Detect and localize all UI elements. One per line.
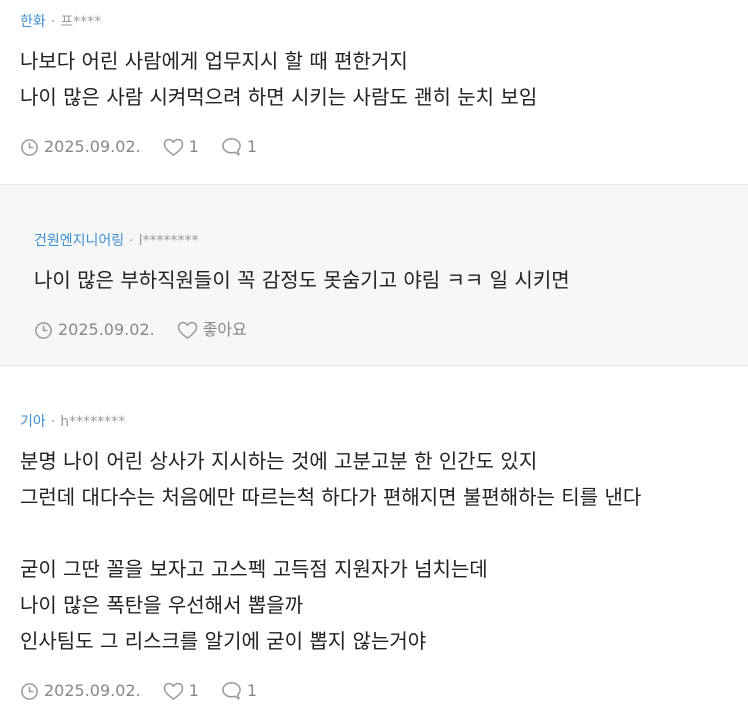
comment-actions: 2025.09.02. 좋아요 [34,319,748,341]
company-name[interactable]: 기아 [20,412,46,432]
company-name[interactable]: 건원엔지니어링 [34,231,124,251]
heart-icon [163,682,183,700]
comment-body: 분명 나이 어린 상사가 지시하는 것에 고분고분 한 인간도 있지 그런데 대… [20,443,748,659]
comment-actions: 2025.09.02. 1 1 [20,136,748,158]
reply-item: 건원엔지니어링 · l******** 나이 많은 부하직원들이 꼭 감정도 못… [0,185,748,366]
like-count: 1 [188,681,199,700]
like-button[interactable]: 좋아요 [177,319,247,341]
author-nickname: l******** [138,233,199,249]
author-separator: · [129,233,134,249]
comment-author: 기아 · h******** [20,412,748,432]
company-name[interactable]: 한화 [20,12,46,32]
like-count: 1 [188,137,199,156]
heart-icon [177,321,197,339]
comment-author: 한화 · 프**** [20,12,748,32]
date-text: 2025.09.02. [44,681,141,700]
comment-date: 2025.09.02. [20,136,141,158]
heart-icon [163,138,183,156]
comment-blank-line [20,515,748,551]
comment-date: 2025.09.02. [34,319,155,341]
comment-body: 나이 많은 부하직원들이 꼭 감정도 못숨기고 야림 ㅋㅋ 일 시키면 [34,262,748,298]
author-nickname: h******** [60,414,126,430]
reply-count: 1 [246,681,258,700]
speech-bubble-icon [222,138,241,156]
reply-button[interactable]: 1 [221,680,257,702]
comment-line: 나이 많은 부하직원들이 꼭 감정도 못숨기고 야림 ㅋㅋ 일 시키면 [34,268,570,292]
comment-item: 기아 · h******** 분명 나이 어린 상사가 지시하는 것에 고분고분… [0,366,748,713]
comment-item: 한화 · 프**** 나보다 어린 사람에게 업무지시 할 때 편한거지 나이 … [0,0,748,185]
comment-line: 나이 많은 폭탄을 우선해서 뽑을까 [20,593,304,617]
comment-line: 그런데 대다수는 처음에만 따르는척 하다가 편해지면 불편해하는 티를 낸다 [20,485,642,509]
comment-line: 분명 나이 어린 상사가 지시하는 것에 고분고분 한 인간도 있지 [20,449,538,473]
reply-button[interactable]: 1 [221,136,257,158]
clock-icon [21,682,38,700]
author-nickname: 프**** [60,14,102,30]
date-text: 2025.09.02. [44,137,141,156]
clock-icon [21,138,38,156]
author-separator: · [50,14,56,30]
clock-icon [35,321,52,339]
comment-line: 나보다 어린 사람에게 업무지시 할 때 편한거지 [20,49,408,73]
date-text: 2025.09.02. [58,320,155,339]
comment-line: 굳이 그딴 꼴을 보자고 고스펙 고득점 지원자가 넘치는데 [20,557,488,581]
comment-line: 나이 많은 사람 시켜먹으려 하면 시키는 사람도 괜히 눈치 보임 [20,85,538,109]
comment-line: 인사팀도 그 리스크를 알기에 굳이 뽑지 않는거야 [20,629,427,653]
comment-actions: 2025.09.02. 1 1 [20,680,748,702]
comment-date: 2025.09.02. [20,680,141,702]
like-button[interactable]: 1 [163,136,199,158]
author-separator: · [50,414,56,430]
comment-author: 건원엔지니어링 · l******** [34,231,748,251]
like-button[interactable]: 1 [163,680,199,702]
reply-count: 1 [246,137,258,156]
like-label: 좋아요 [202,320,247,339]
comment-body: 나보다 어린 사람에게 업무지시 할 때 편한거지 나이 많은 사람 시켜먹으려… [20,43,748,115]
speech-bubble-icon [222,682,241,700]
